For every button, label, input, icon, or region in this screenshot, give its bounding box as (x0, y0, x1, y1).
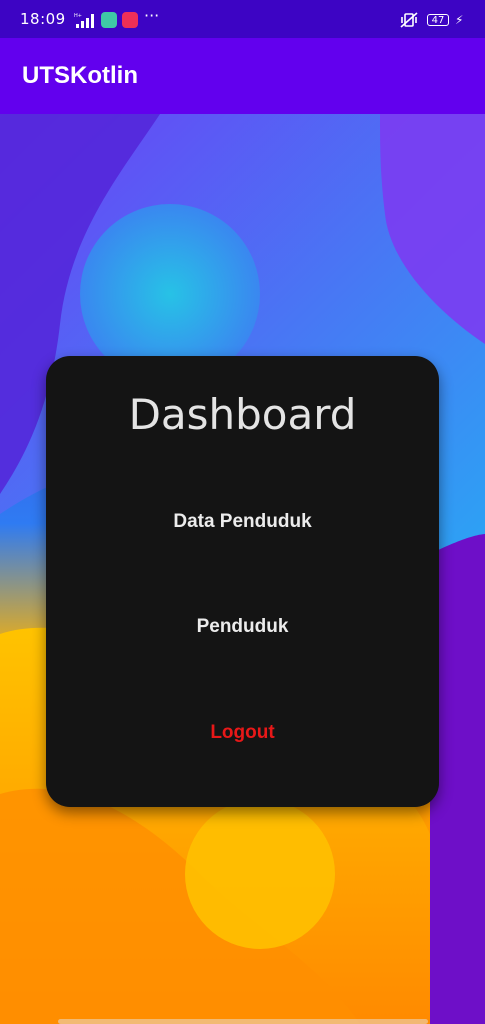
status-bar: 18:09 H+ ··· 47 ⚡ (0, 0, 485, 38)
data-penduduk-button[interactable]: Data Penduduk (66, 492, 419, 552)
navigation-gesture-bar[interactable] (58, 1019, 428, 1024)
signal-icon: H+ (74, 13, 94, 28)
more-notifications-icon: ··· (144, 6, 160, 25)
charging-icon: ⚡ (455, 13, 464, 27)
app-notification-icon (101, 12, 117, 28)
svg-text:H+: H+ (74, 13, 82, 19)
battery-icon: 47 (427, 14, 449, 26)
dashboard-title: Dashboard (128, 390, 357, 439)
vibrate-icon (400, 12, 418, 28)
dashboard-card: Dashboard Data Penduduk Penduduk Logout (46, 356, 439, 807)
status-time: 18:09 (20, 10, 66, 28)
logout-button[interactable]: Logout (66, 703, 419, 763)
app-bar: UTSKotlin (0, 38, 485, 114)
penduduk-button[interactable]: Penduduk (66, 597, 419, 657)
video-record-icon (122, 12, 138, 28)
app-title: UTSKotlin (22, 62, 138, 89)
